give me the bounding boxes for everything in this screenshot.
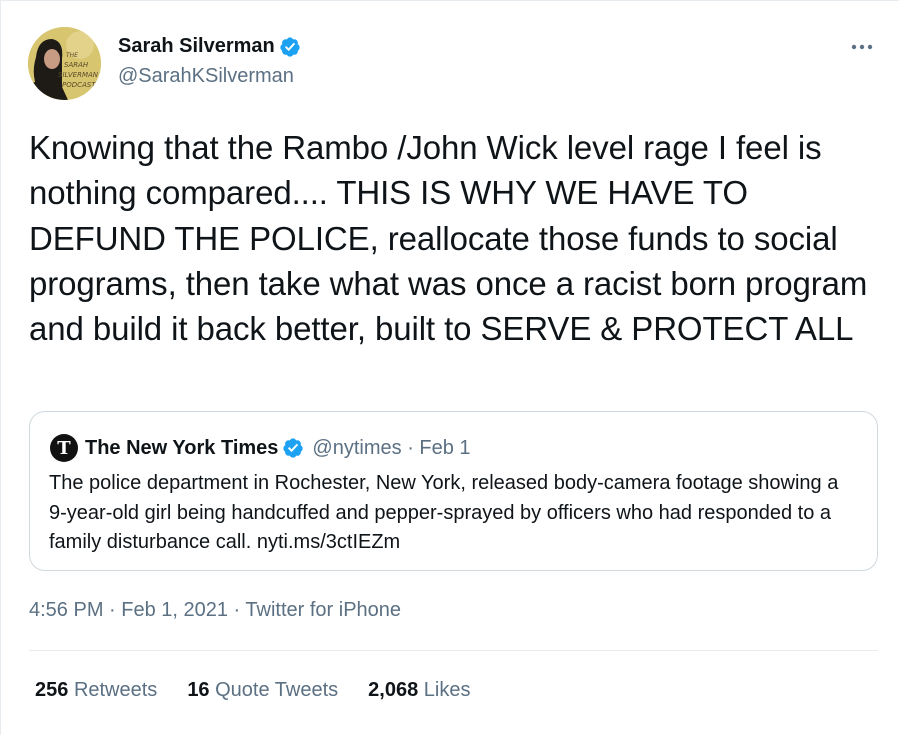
likes-stat[interactable]: 2,068 Likes [368,679,470,702]
verified-badge-icon [280,36,300,57]
quoted-text: The police department in Rochester, New … [49,472,839,553]
quote-tweets-count: 16 [187,679,210,701]
author-name-row: Sarah Silverman [118,35,301,58]
tweet-text: Knowing that the Rambo /John Wick level … [29,129,868,348]
more-options-icon[interactable] [849,37,875,57]
likes-count: 2,068 [368,679,419,701]
tweet-timestamp[interactable]: 4:56 PM · Feb 1, 2021 · Twitter for iPho… [29,599,401,622]
svg-text:SARAH: SARAH [64,61,89,69]
quoted-tweet[interactable]: T The New York Times @nytimes · Feb 1 Th… [29,411,878,571]
quote-tweets-stat[interactable]: 16 Quote Tweets [187,679,338,702]
author-name[interactable]: Sarah Silverman [118,35,275,58]
svg-text:PODCAST: PODCAST [62,81,96,89]
divider [29,650,878,651]
quoted-header: T The New York Times @nytimes · Feb 1 [50,434,471,462]
retweets-stat[interactable]: 256 Retweets [35,679,157,702]
retweets-label: Retweets [73,679,158,701]
author-handle[interactable]: @SarahKSilverman [118,65,294,88]
quoted-meta: @nytimes · Feb 1 [312,436,471,459]
quote-tweets-label: Quote Tweets [215,679,339,701]
author-avatar[interactable]: THE SARAH SILVERMAN PODCAST [28,27,101,100]
tweet-card: THE SARAH SILVERMAN PODCAST Sarah Silver… [0,0,899,735]
quoted-author-name[interactable]: The New York Times [85,437,278,460]
nyt-logo-icon: T [50,434,78,462]
verified-badge-icon [283,438,304,458]
engagement-stats: 256 Retweets 16 Quote Tweets 2,068 Likes [35,679,501,702]
retweets-count: 256 [35,679,69,701]
likes-label: Likes [423,679,471,701]
svg-text:SILVERMAN: SILVERMAN [58,71,99,79]
svg-text:THE: THE [66,52,78,59]
